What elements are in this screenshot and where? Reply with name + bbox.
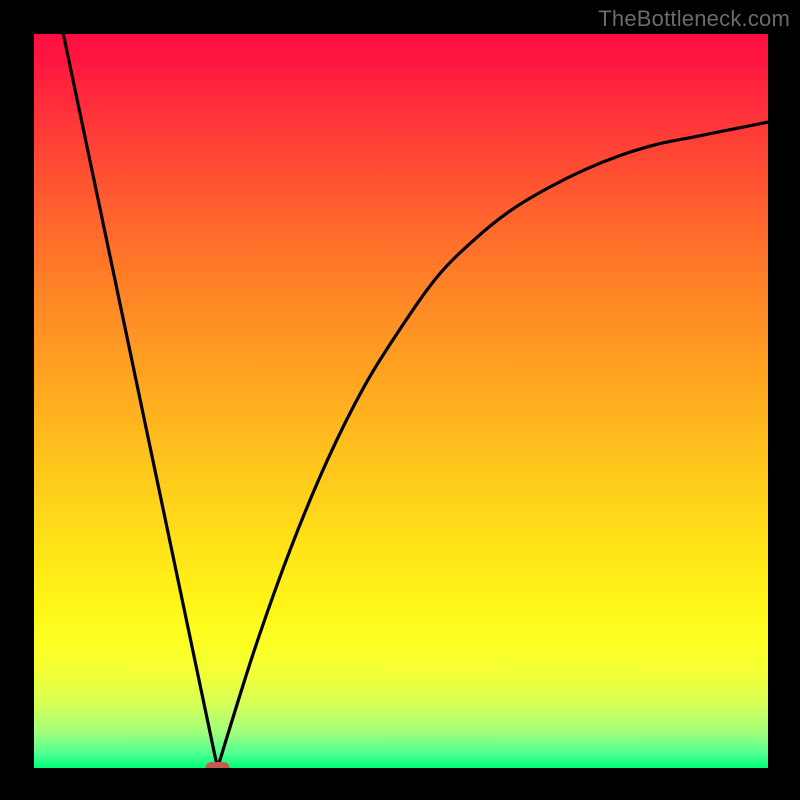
watermark-text: TheBottleneck.com — [598, 6, 790, 32]
curve-right-branch — [218, 122, 769, 768]
chart-frame: TheBottleneck.com — [0, 0, 800, 800]
chart-plot-area — [34, 34, 768, 768]
minimum-marker — [206, 762, 230, 768]
chart-svg — [34, 34, 768, 768]
curve-left-branch — [63, 34, 217, 768]
